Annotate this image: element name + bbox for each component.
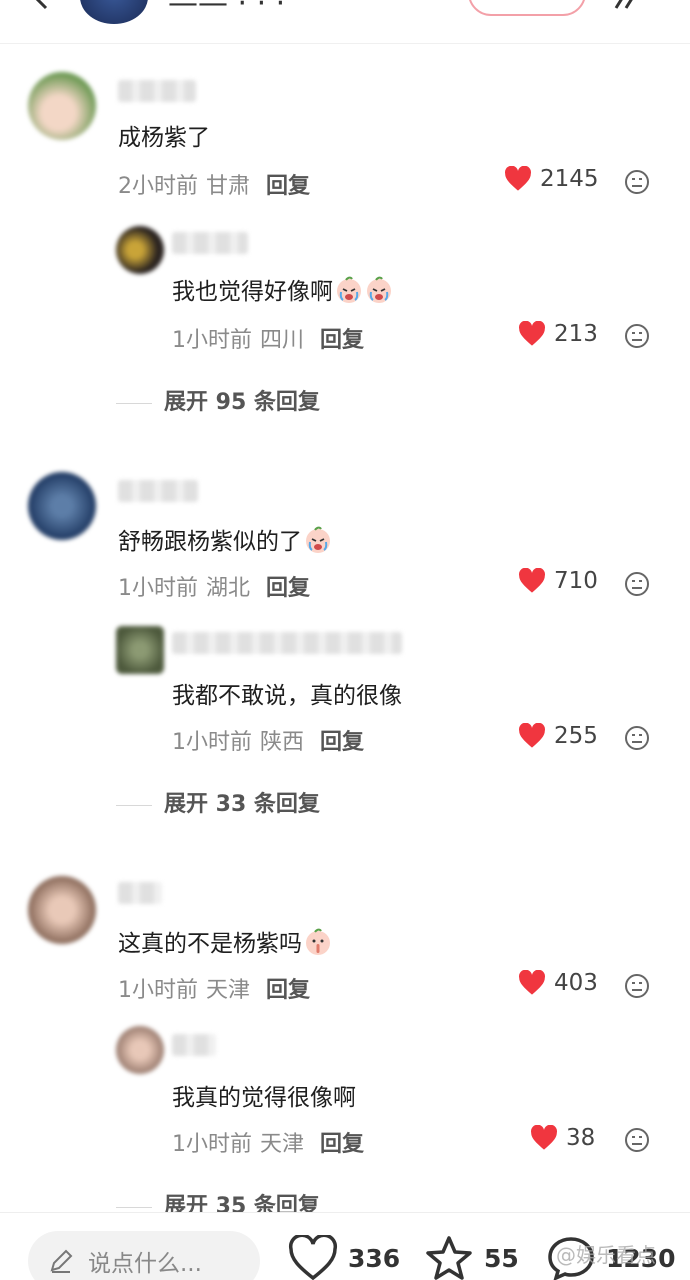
reply-time: 1小时前 (172, 1132, 252, 1157)
username-blurred[interactable] (118, 480, 198, 502)
comment-location: 天津 (206, 978, 251, 1003)
top-bar: —— · · · (0, 0, 690, 44)
crying-emoji-icon (367, 276, 391, 303)
reply-time: 1小时前 (172, 328, 252, 353)
reply-button[interactable]: 回复 (266, 174, 310, 199)
like-button[interactable]: 38 (530, 1125, 595, 1151)
heart-icon (519, 723, 545, 748)
reply-text: 我也觉得好像啊 (172, 272, 393, 306)
reply-text: 我都不敢说，真的很像 (172, 683, 402, 709)
pencil-icon (50, 1249, 73, 1273)
reply-time: 1小时前 (172, 730, 252, 755)
reply-meta: 1小时前 天津 回复 (172, 1126, 364, 1158)
avatar[interactable] (28, 472, 96, 540)
comment-meta: 1小时前 湖北 回复 (118, 570, 310, 602)
reply-button[interactable]: 回复 (266, 576, 310, 601)
avatar[interactable] (28, 876, 96, 944)
collect-count: 55 (484, 1243, 519, 1273)
heart-icon (519, 970, 545, 995)
crying-emoji-icon (337, 276, 361, 303)
username-blurred[interactable] (172, 632, 402, 654)
face-icon[interactable] (624, 323, 650, 349)
reply-button[interactable]: 回复 (266, 978, 310, 1003)
reply-location: 天津 (260, 1132, 305, 1157)
heart-icon (519, 568, 545, 593)
face-icon[interactable] (624, 169, 650, 195)
comment-input[interactable]: 说点什么... (28, 1231, 260, 1280)
share-icon[interactable] (612, 0, 642, 10)
expand-replies-button[interactable]: 展开 33 条回复 (116, 786, 320, 818)
like-count: 2145 (540, 166, 599, 192)
username-blurred[interactable] (118, 80, 196, 102)
reply-text: 我真的觉得很像啊 (172, 1085, 356, 1111)
avatar[interactable] (116, 626, 164, 674)
author-avatar[interactable] (80, 0, 148, 24)
avatar[interactable] (28, 72, 96, 140)
avatar[interactable] (116, 1026, 164, 1074)
reply-button[interactable]: 回复 (320, 1132, 364, 1157)
comment-text: 成杨紫了 (118, 125, 210, 151)
comment-time: 2小时前 (118, 174, 198, 199)
like-count: 213 (554, 321, 598, 347)
face-icon[interactable] (624, 973, 650, 999)
reply-button[interactable]: 回复 (320, 328, 364, 353)
heart-icon (505, 166, 531, 191)
like-count: 38 (566, 1125, 596, 1151)
shh-emoji-icon (306, 928, 330, 955)
like-button[interactable]: 213 (518, 321, 598, 347)
author-name[interactable]: —— · · · (168, 0, 285, 21)
like-button[interactable]: 2145 (504, 166, 599, 192)
comment-location: 湖北 (206, 576, 251, 601)
reply-button[interactable]: 回复 (320, 730, 364, 755)
username-blurred[interactable] (172, 1034, 216, 1056)
reply-meta: 1小时前 陕西 回复 (172, 724, 364, 756)
avatar[interactable] (116, 226, 164, 274)
comment-meta: 1小时前 天津 回复 (118, 972, 310, 1004)
comment-time: 1小时前 (118, 576, 198, 601)
like-post-button[interactable]: 336 (288, 1235, 400, 1280)
face-icon[interactable] (624, 1127, 650, 1153)
face-icon[interactable] (624, 725, 650, 751)
collect-button[interactable]: 55 (424, 1235, 519, 1280)
like-button[interactable]: 710 (518, 568, 598, 594)
heart-icon (288, 1235, 338, 1280)
reply-location: 四川 (260, 328, 305, 353)
face-icon[interactable] (624, 571, 650, 597)
comment-location: 甘肃 (206, 174, 251, 199)
like-button[interactable]: 403 (518, 970, 598, 996)
heart-icon (519, 321, 545, 346)
username-blurred[interactable] (118, 882, 162, 904)
follow-button[interactable] (468, 0, 586, 16)
like-count: 403 (554, 970, 598, 996)
username-blurred[interactable] (172, 232, 248, 254)
comment-text: 这真的不是杨紫吗 (118, 924, 332, 958)
like-count: 710 (554, 568, 598, 594)
watermark: @娱乐看点 (556, 1243, 656, 1267)
bottom-action-bar: 说点什么... 336 55 1230 @娱乐看点 (0, 1212, 690, 1280)
like-post-count: 336 (348, 1243, 401, 1273)
crying-emoji-icon (306, 526, 330, 553)
like-button[interactable]: 255 (518, 723, 598, 749)
comment-meta: 2小时前 甘肃 回复 (118, 168, 310, 200)
comment-text: 舒畅跟杨紫似的了 (118, 522, 332, 556)
like-count: 255 (554, 723, 598, 749)
comment-input-placeholder: 说点什么... (88, 1251, 202, 1277)
reply-location: 陕西 (260, 730, 305, 755)
expand-replies-button[interactable]: 展开 95 条回复 (116, 384, 320, 416)
back-icon[interactable] (30, 0, 54, 10)
reply-meta: 1小时前 四川 回复 (172, 322, 364, 354)
comment-time: 1小时前 (118, 978, 198, 1003)
heart-icon (531, 1125, 557, 1150)
star-icon (426, 1236, 472, 1280)
